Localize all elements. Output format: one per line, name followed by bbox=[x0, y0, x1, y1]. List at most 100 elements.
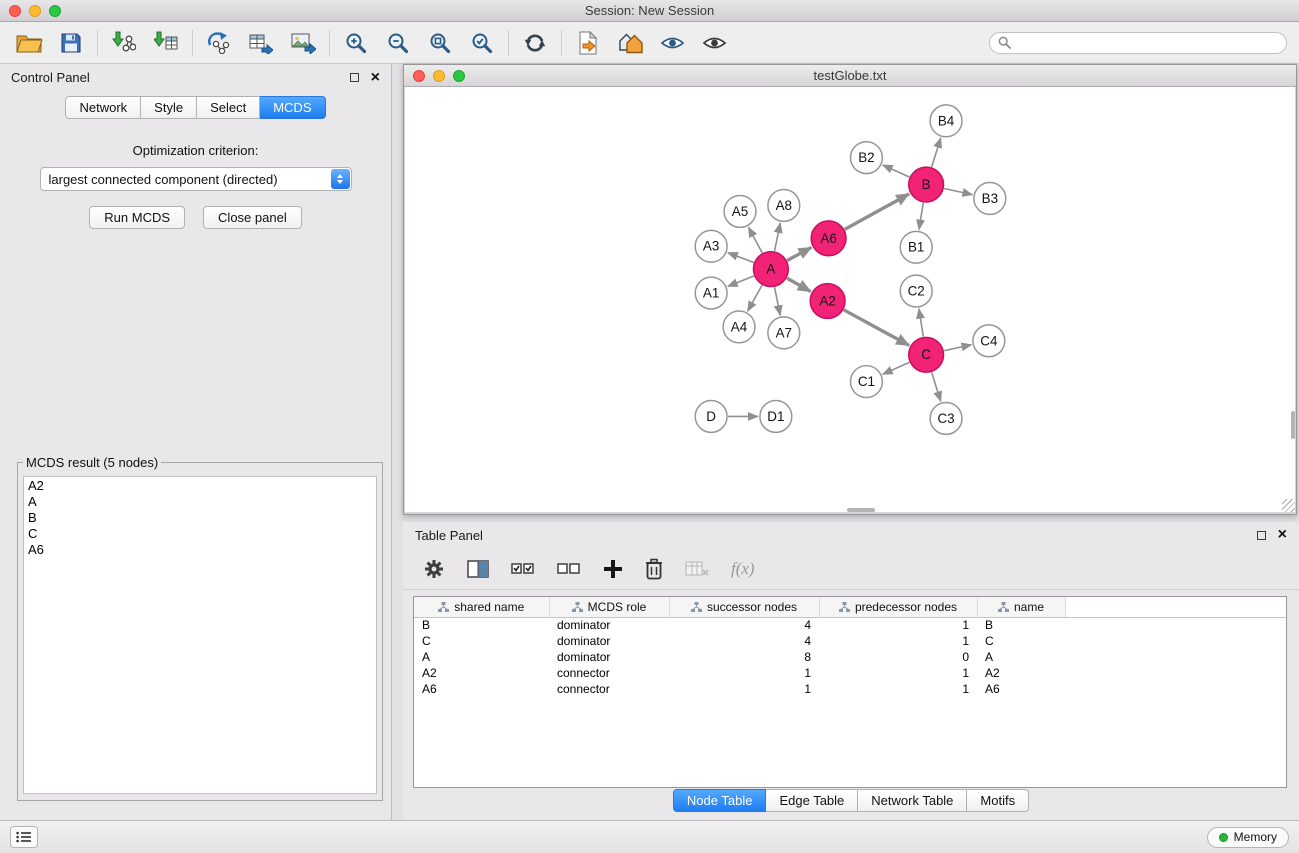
close-network-button[interactable] bbox=[413, 70, 425, 82]
graph-node-C1[interactable]: C1 bbox=[850, 366, 882, 398]
run-mcds-button[interactable]: Run MCDS bbox=[89, 206, 185, 229]
close-window-button[interactable] bbox=[9, 5, 21, 17]
tab-network[interactable]: Network bbox=[65, 96, 141, 119]
graph-edge-A6-B[interactable] bbox=[845, 194, 909, 229]
graph-node-A5[interactable]: A5 bbox=[724, 195, 756, 227]
mcds-result-list[interactable]: A2 A B C A6 bbox=[23, 476, 377, 794]
apply-layout-button[interactable] bbox=[514, 26, 556, 60]
result-list-item[interactable]: C bbox=[28, 526, 372, 542]
export-network-button[interactable] bbox=[198, 26, 240, 60]
graph-node-B1[interactable]: B1 bbox=[900, 231, 932, 263]
column-header-mcds-role[interactable]: MCDS role bbox=[549, 597, 669, 617]
horizontal-scrollbar-thumb[interactable] bbox=[847, 508, 875, 512]
graph-node-A4[interactable]: A4 bbox=[723, 311, 755, 343]
graph-node-A[interactable]: A bbox=[753, 252, 788, 287]
tab-motifs[interactable]: Motifs bbox=[967, 789, 1029, 812]
graph-node-A1[interactable]: A1 bbox=[695, 277, 727, 309]
zoom-selected-button[interactable] bbox=[461, 26, 503, 60]
graph-node-C[interactable]: C bbox=[909, 337, 944, 372]
search-field[interactable] bbox=[989, 32, 1287, 54]
close-panel-icon[interactable]: × bbox=[371, 72, 380, 84]
export-table-button[interactable] bbox=[240, 26, 282, 60]
window-resize-grip[interactable] bbox=[1282, 499, 1295, 512]
graph-node-A8[interactable]: A8 bbox=[768, 190, 800, 222]
graph-edge-A-A7[interactable] bbox=[775, 287, 781, 315]
tab-style[interactable]: Style bbox=[141, 96, 197, 119]
close-panel-button[interactable]: Close panel bbox=[203, 206, 302, 229]
import-table-button[interactable] bbox=[145, 26, 187, 60]
table-row[interactable]: Adominator80A bbox=[414, 649, 1286, 665]
table-row[interactable]: Bdominator41B bbox=[414, 617, 1286, 633]
graph-node-C4[interactable]: C4 bbox=[973, 325, 1005, 357]
maximize-window-button[interactable] bbox=[49, 5, 61, 17]
select-all-button[interactable] bbox=[511, 562, 535, 576]
graph-node-C2[interactable]: C2 bbox=[900, 275, 932, 307]
graph-edge-B-B4[interactable] bbox=[932, 138, 941, 167]
tab-edge-table[interactable]: Edge Table bbox=[766, 789, 858, 812]
column-header-name[interactable]: name bbox=[977, 597, 1065, 617]
add-column-button[interactable] bbox=[603, 559, 623, 579]
result-list-item[interactable]: A bbox=[28, 494, 372, 510]
graph-node-B3[interactable]: B3 bbox=[974, 183, 1006, 215]
save-session-button[interactable] bbox=[50, 26, 92, 60]
graphics-details-button[interactable] bbox=[651, 26, 693, 60]
table-settings-button[interactable] bbox=[423, 558, 445, 580]
graph-node-D[interactable]: D bbox=[695, 401, 727, 433]
graph-node-B4[interactable]: B4 bbox=[930, 105, 962, 137]
export-image-button[interactable] bbox=[282, 26, 324, 60]
graph-edge-C-C3[interactable] bbox=[932, 372, 941, 401]
close-table-panel-icon[interactable]: × bbox=[1278, 529, 1287, 541]
tab-select[interactable]: Select bbox=[197, 96, 260, 119]
graph-node-A7[interactable]: A7 bbox=[768, 317, 800, 349]
tab-node-table[interactable]: Node Table bbox=[673, 789, 767, 812]
table-row[interactable]: A2connector11A2 bbox=[414, 665, 1286, 681]
graph-edge-A-A3[interactable] bbox=[728, 253, 754, 263]
minimize-network-button[interactable] bbox=[433, 70, 445, 82]
graph-node-A2[interactable]: A2 bbox=[810, 284, 845, 319]
vertical-scrollbar-thumb[interactable] bbox=[1291, 411, 1295, 439]
graph-edge-A-A1[interactable] bbox=[728, 276, 754, 286]
graph-node-C3[interactable]: C3 bbox=[930, 403, 962, 435]
zoom-in-button[interactable] bbox=[335, 26, 377, 60]
criterion-dropdown[interactable]: largest connected component (directed) bbox=[40, 167, 352, 191]
graph-edge-B-B2[interactable] bbox=[883, 165, 910, 177]
show-hide-panels-button[interactable] bbox=[693, 26, 735, 60]
graph-edge-A-A4[interactable] bbox=[748, 285, 762, 311]
graph-edge-B-B1[interactable] bbox=[919, 203, 923, 230]
network-canvas[interactable]: B4B2BB3A5A8A6A3B1AC2A1A2A4A7C4CC1C3DD1 bbox=[405, 87, 1295, 512]
minimize-window-button[interactable] bbox=[29, 5, 41, 17]
zoom-out-button[interactable] bbox=[377, 26, 419, 60]
graph-edge-A-A6[interactable] bbox=[787, 247, 811, 260]
tab-mcds[interactable]: MCDS bbox=[260, 96, 325, 119]
float-table-panel-icon[interactable] bbox=[1257, 531, 1266, 540]
column-header-successor-nodes[interactable]: successor nodes bbox=[669, 597, 819, 617]
result-list-item[interactable]: B bbox=[28, 510, 372, 526]
open-session-button[interactable] bbox=[8, 26, 50, 60]
maximize-network-button[interactable] bbox=[453, 70, 465, 82]
graph-edge-A2-C[interactable] bbox=[844, 310, 909, 346]
tab-network-table[interactable]: Network Table bbox=[858, 789, 967, 812]
graph-edge-C-C4[interactable] bbox=[944, 345, 971, 351]
column-header-shared-name[interactable]: shared name bbox=[414, 597, 549, 617]
delete-column-button[interactable] bbox=[645, 558, 663, 580]
graph-node-A3[interactable]: A3 bbox=[695, 230, 727, 262]
search-input[interactable] bbox=[1016, 36, 1278, 50]
graph-edge-C-C1[interactable] bbox=[883, 362, 910, 374]
graph-node-B2[interactable]: B2 bbox=[850, 142, 882, 174]
graph-edge-A-A2[interactable] bbox=[787, 278, 811, 291]
task-history-button[interactable] bbox=[10, 826, 38, 848]
home-button[interactable] bbox=[609, 26, 651, 60]
graph-edge-C-C2[interactable] bbox=[919, 309, 923, 337]
float-panel-icon[interactable] bbox=[350, 73, 359, 82]
result-list-item[interactable]: A2 bbox=[28, 478, 372, 494]
open-recent-file-button[interactable] bbox=[567, 26, 609, 60]
graph-edge-A-A5[interactable] bbox=[748, 227, 762, 253]
column-header-predecessor-nodes[interactable]: predecessor nodes bbox=[819, 597, 977, 617]
import-network-button[interactable] bbox=[103, 26, 145, 60]
function-builder-button[interactable]: f(x) bbox=[731, 559, 755, 579]
deselect-all-button[interactable] bbox=[557, 562, 581, 576]
result-list-item[interactable]: A6 bbox=[28, 542, 372, 558]
show-columns-button[interactable] bbox=[467, 559, 489, 579]
graph-node-A6[interactable]: A6 bbox=[811, 221, 846, 256]
table-row[interactable]: A6connector11A6 bbox=[414, 681, 1286, 697]
